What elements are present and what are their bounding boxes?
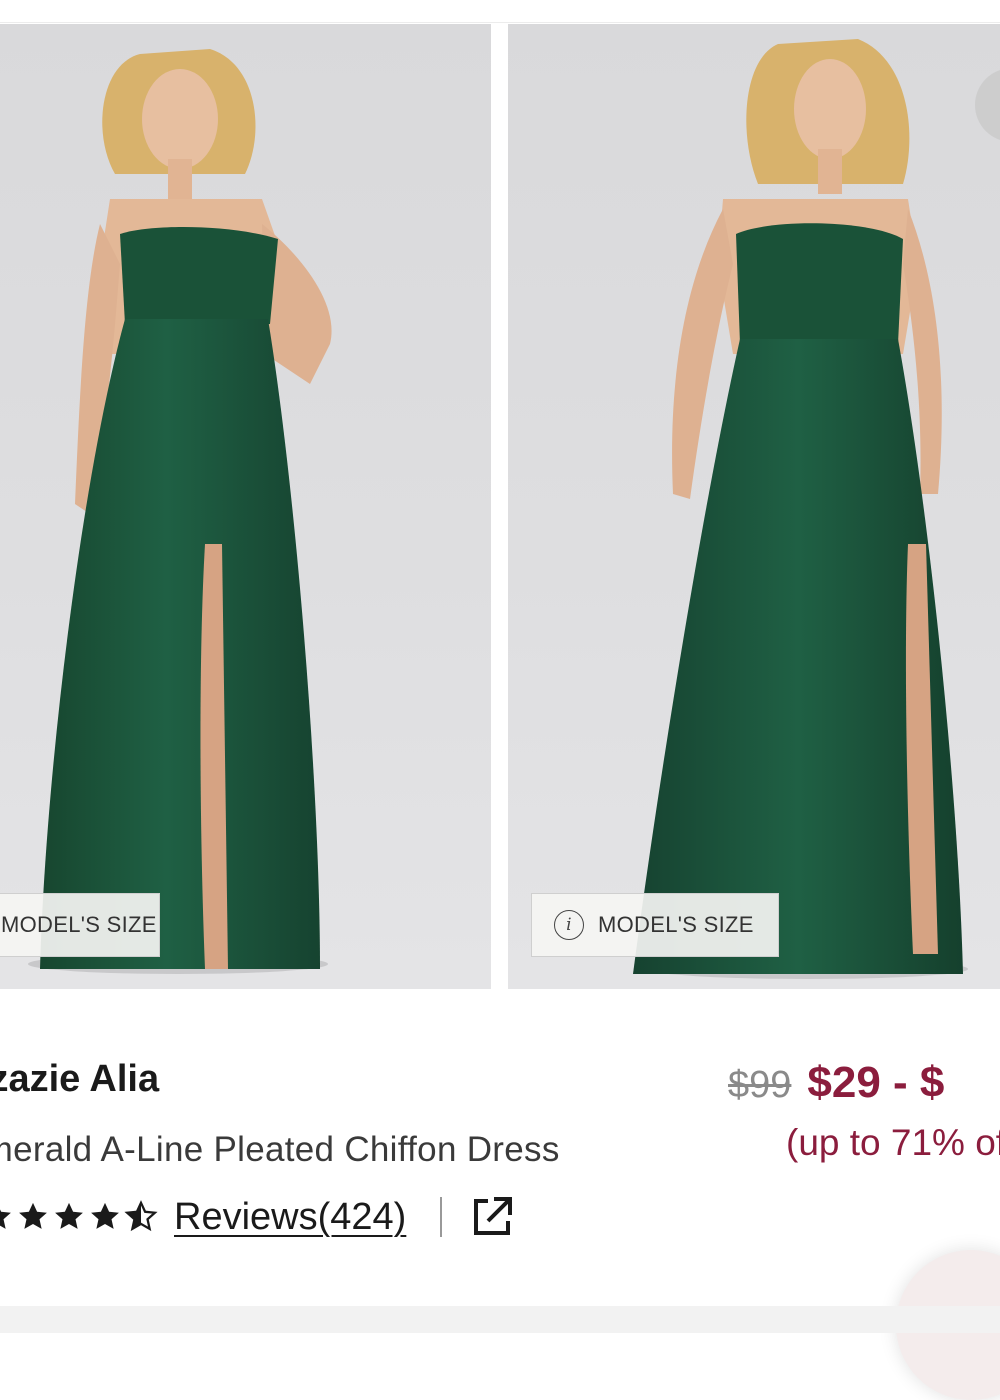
star-icon [55,1202,83,1229]
product-title: Emerald A-Line Pleated Chiffon Dress [0,1130,560,1169]
price-row: $99 $29 - $ [728,1058,944,1108]
model-illustration-1 [28,49,332,974]
star-icon [91,1202,119,1229]
model-size-label: MODEL'S SIZE [1,912,157,937]
model-size-button[interactable]: MODEL'S SIZE [0,893,160,957]
rating-row: Reviews(424) [0,1192,516,1242]
half-star-icon [124,1200,158,1232]
reviews-link[interactable]: Reviews(424) [174,1196,406,1239]
bottom-strip [0,1306,1000,1333]
star-rating [0,1200,158,1234]
discount-label: (up to 71% off) [786,1122,1000,1163]
star-icon [19,1202,47,1229]
top-bar [0,0,1000,23]
model-size-label: MODEL'S SIZE [598,912,754,937]
sale-price: $29 - $ [807,1058,945,1107]
product-brand[interactable]: Azazie Alia [0,1058,159,1101]
divider [440,1197,443,1237]
product-image-side[interactable] [508,24,1000,989]
original-price: $99 [728,1064,792,1106]
info-icon: i [554,910,584,940]
model-size-button[interactable]: i MODEL'S SIZE [531,893,779,957]
product-image-front[interactable] [0,24,491,989]
share-external-icon[interactable] [468,1193,516,1241]
star-icon [0,1209,11,1229]
model-illustration-2 [633,39,968,979]
